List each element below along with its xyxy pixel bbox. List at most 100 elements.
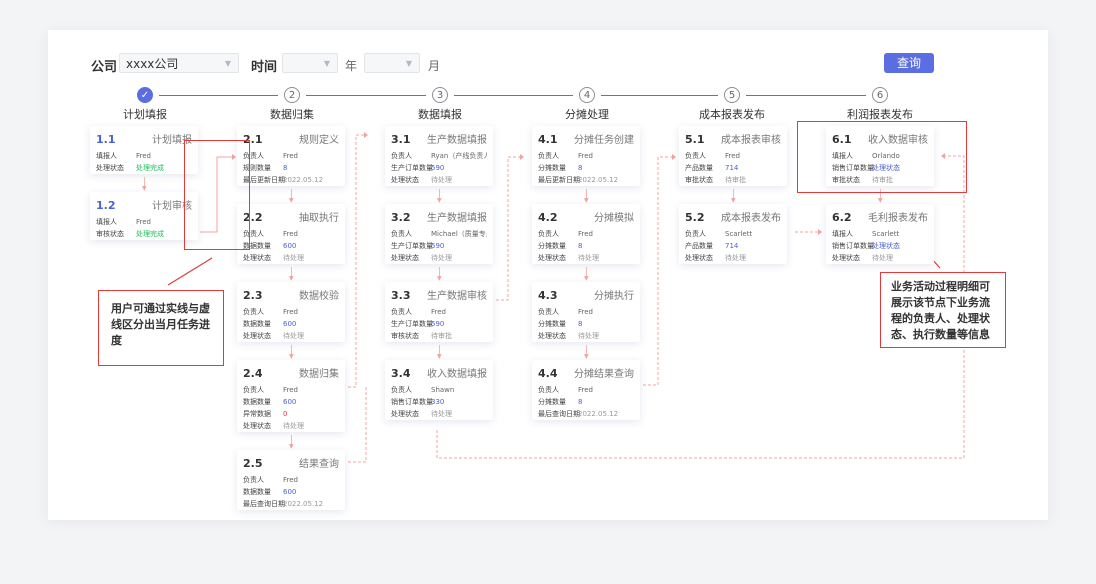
card-field: 填报人 Scarlett xyxy=(832,228,928,240)
process-card-1-1[interactable]: 1.1 计划填报 填报人 Fred 处理状态 处理完成 xyxy=(90,126,198,174)
card-field: 填报人 Fred xyxy=(96,216,192,228)
field-label: 生产订单数量 xyxy=(391,164,433,172)
card-title: 成本报表发布 xyxy=(721,213,781,224)
card-field: 最后更新日期 2022.05.12 xyxy=(243,174,339,186)
process-card-3-1[interactable]: 3.1 生产数据填报负责人 Ryan（产线负责人） 生产订单数量590 处理状态 待处理 xyxy=(385,126,493,186)
card-field: 分摊数量 8 xyxy=(538,318,634,330)
card-number: 4.3 xyxy=(538,289,558,302)
field-label: 生产订单数量 xyxy=(391,320,433,328)
field-label: 销售订单数量 xyxy=(832,242,874,250)
process-card-2-4[interactable]: 2.4 数据归集 负责人 Fred 数据数量 600 异常数据 0 处理状态 待处理 xyxy=(237,360,345,432)
card-header: 2.5 结果查询 xyxy=(243,455,339,470)
field-value: 8 xyxy=(578,320,583,328)
card-header: 2.3 数据校验 xyxy=(243,287,339,302)
card-field: 处理状态 待处理 xyxy=(538,252,634,264)
vertical-connector: ▼ xyxy=(437,267,442,282)
field-value: Scarlett xyxy=(872,230,900,238)
field-value: Ryan（产线负责人） xyxy=(431,152,487,160)
process-card-5-2[interactable]: 5.2 成本报表发布 负责人 Scarlett 产品数量 714 处理状态 待处理 xyxy=(679,204,787,264)
field-value: 待处理 xyxy=(578,332,599,340)
card-number: 3.3 xyxy=(391,289,411,302)
field-label: 处理状态 xyxy=(832,254,860,262)
card-field: 负责人 Fred xyxy=(538,228,634,240)
card-field: 规则数量 8 xyxy=(243,162,339,174)
field-value: 0 xyxy=(283,410,288,418)
field-value: 590 xyxy=(431,164,445,172)
card-title: 收入数据填报 xyxy=(427,369,487,380)
card-number: 3.1 xyxy=(391,133,411,146)
card-title: 生产数据审核 xyxy=(427,291,487,302)
card-field: 数据数量 600 xyxy=(243,318,339,330)
card-header: 1.1 计划填报 xyxy=(96,131,192,146)
field-label: 负责人 xyxy=(243,476,264,484)
field-value: Fred xyxy=(578,230,593,238)
field-value: Fred xyxy=(283,308,298,316)
card-field: 分摊数量 8 xyxy=(538,162,634,174)
card-number: 4.1 xyxy=(538,133,558,146)
process-card-2-2[interactable]: 2.2 抽取执行 负责人 Fred 数据数量 600 处理状态 待处理 xyxy=(237,204,345,264)
connector-2-3b xyxy=(348,387,367,463)
field-label: 产品数量 xyxy=(685,164,713,172)
process-card-1-2[interactable]: 1.2 计划审核 填报人 Fred 审核状态 处理完成 xyxy=(90,192,198,240)
card-number: 1.2 xyxy=(96,199,116,212)
field-label: 处理状态 xyxy=(243,422,271,430)
card-title: 分摊结果查询 xyxy=(574,369,634,380)
card-field: 生产订单数量 590 xyxy=(391,318,487,330)
card-number: 3.4 xyxy=(391,367,411,380)
card-header: 6.2 毛利报表发布 xyxy=(832,209,928,224)
field-label: 处理状态 xyxy=(243,332,271,340)
process-card-3-4[interactable]: 3.4 收入数据填报 负责人 Shawn 销售订单数量 330 处理状态 待处理 xyxy=(385,360,493,420)
field-value: 600 xyxy=(283,242,297,250)
field-value: 600 xyxy=(283,488,297,496)
process-card-4-4[interactable]: 4.4 分摊结果查询 负责人 Fred 分摊数量 8 最后查询日期 2022.05.12 xyxy=(532,360,640,420)
annotation-pointer-left xyxy=(167,257,213,286)
card-header: 3.2 生产数据填报 xyxy=(391,209,487,224)
process-card-4-2[interactable]: 4.2 分摊模拟 负责人 Fred 分摊数量 8 处理状态 待处理 xyxy=(532,204,640,264)
card-header: 1.2 计划审核 xyxy=(96,197,192,212)
process-card-2-3[interactable]: 2.3 数据校验 负责人 Fred 数据数量 600 处理状态 待处理 xyxy=(237,282,345,342)
field-label: 处理状态 xyxy=(538,332,566,340)
process-card-2-5[interactable]: 2.5 结果查询 负责人 Fred 数据数量 600 最后查询日期 2022.05.12 xyxy=(237,450,345,510)
field-label: 数据数量 xyxy=(243,398,271,406)
card-number: 4.2 xyxy=(538,211,558,224)
card-field: 销售订单数量 处理状态 xyxy=(832,240,928,252)
field-label: 负责人 xyxy=(243,386,264,394)
field-label: 处理状态 xyxy=(391,176,419,184)
field-value: 590 xyxy=(431,320,445,328)
card-field: 生产订单数量 590 xyxy=(391,240,487,252)
process-card-2-1[interactable]: 2.1 规则定义 负责人 Fred 规则数量 8 最后更新日期 2022.05.12 xyxy=(237,126,345,186)
field-label: 填报人 xyxy=(96,218,117,226)
field-label: 审核状态 xyxy=(96,230,124,238)
field-value: 待处理 xyxy=(872,254,893,262)
field-value: 处理状态 xyxy=(872,242,900,250)
field-label: 负责人 xyxy=(538,152,559,160)
card-header: 2.4 数据归集 xyxy=(243,365,339,380)
field-value: 8 xyxy=(578,398,583,406)
process-card-3-3[interactable]: 3.3 生产数据审核 负责人 Fred 生产订单数量 590 审核状态 待审批 xyxy=(385,282,493,342)
card-field: 处理状态 待处理 xyxy=(391,174,487,186)
field-label: 审批状态 xyxy=(685,176,713,184)
process-card-4-1[interactable]: 4.1 分摊任务创建 负责人 Fred 分摊数量 8 最后更新日期 2022.05.12 xyxy=(532,126,640,186)
process-card-5-1[interactable]: 5.1 成本报表审核 负责人 Fred 产品数量 714 审批状态 待审批 xyxy=(679,126,787,186)
card-number: 3.2 xyxy=(391,211,411,224)
field-value: Fred xyxy=(725,152,740,160)
card-title: 数据校验 xyxy=(299,291,339,302)
field-value: 待处理 xyxy=(578,254,599,262)
card-field: 处理状态 待处理 xyxy=(243,252,339,264)
field-value: 处理完成 xyxy=(136,230,164,238)
field-label: 负责人 xyxy=(391,230,412,238)
card-title: 规则定义 xyxy=(299,135,339,146)
process-card-6-2[interactable]: 6.2 毛利报表发布 填报人 Scarlett 销售订单数量 处理状态 处理状态 待处理 xyxy=(826,204,934,264)
card-title: 结果查询 xyxy=(299,459,339,470)
field-label: 处理状态 xyxy=(538,254,566,262)
card-field: 最后更新日期 2022.05.12 xyxy=(538,174,634,186)
field-value: Fred xyxy=(136,152,151,160)
card-field: 负责人 Fred xyxy=(243,228,339,240)
vertical-connector: ▼ xyxy=(289,189,294,204)
field-label: 分摊数量 xyxy=(538,398,566,406)
card-field: 数据数量 600 xyxy=(243,486,339,498)
process-card-3-2[interactable]: 3.2 生产数据填报负责人 Michael（质量专员） 生产订单数量590 处理状态 待处… xyxy=(385,204,493,264)
card-header: 2.2 抽取执行 xyxy=(243,209,339,224)
process-card-4-3[interactable]: 4.3 分摊执行 负责人 Fred 分摊数量 8 处理状态 待处理 xyxy=(532,282,640,342)
vertical-connector: ▼ xyxy=(142,177,147,192)
